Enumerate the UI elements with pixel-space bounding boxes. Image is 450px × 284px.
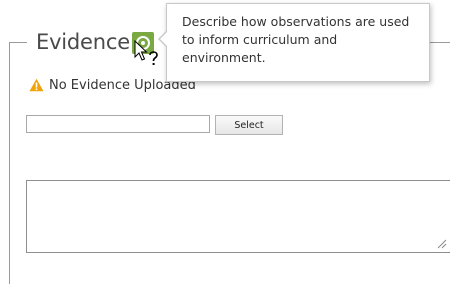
resize-handle-icon[interactable] xyxy=(437,239,447,249)
fieldset-border xyxy=(9,42,27,43)
file-path-input[interactable] xyxy=(26,115,210,133)
section-title: Evidence xyxy=(36,30,130,54)
select-file-button[interactable]: Select xyxy=(215,115,283,135)
evidence-section: Evidence No Evidence Uploaded Select Des… xyxy=(0,0,450,284)
question-mark-icon xyxy=(136,36,150,50)
question-help-icon[interactable] xyxy=(132,32,154,54)
tooltip-pointer-fill xyxy=(160,31,168,47)
section-legend: Evidence xyxy=(36,25,130,59)
fieldset-border xyxy=(430,42,450,43)
fieldset-border xyxy=(9,42,10,284)
help-tooltip: Describe how observations are used to in… xyxy=(166,3,430,82)
warning-icon xyxy=(29,78,44,92)
tooltip-text: Describe how observations are used to in… xyxy=(182,14,410,65)
evidence-notes-textarea[interactable] xyxy=(26,180,450,253)
